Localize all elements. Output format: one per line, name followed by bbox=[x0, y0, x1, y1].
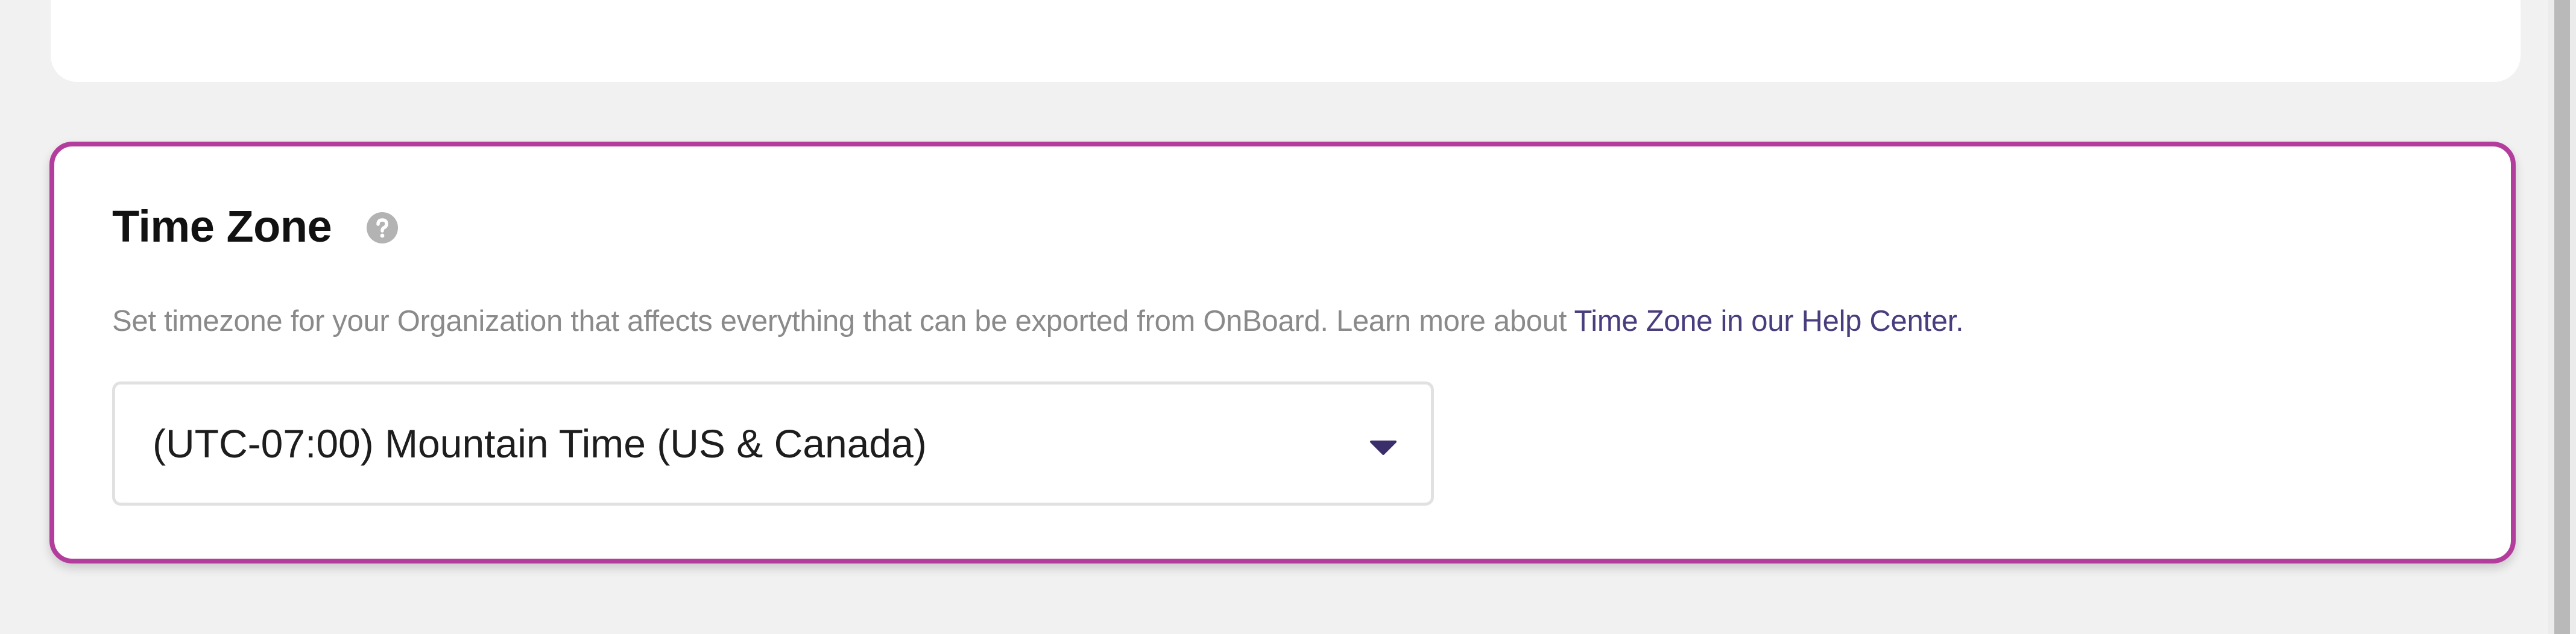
caret-down-icon[interactable] bbox=[1369, 440, 1397, 456]
question-circle-icon[interactable] bbox=[367, 212, 399, 243]
selected-time-zone: (UTC-07:00) Mountain Time (US & Canada) bbox=[153, 421, 927, 466]
time-zone-title: Time Zone bbox=[112, 201, 332, 251]
settings-page: Time Zone Set timezone for your Organiza… bbox=[0, 0, 2576, 634]
help-center-link[interactable]: Time Zone in our Help Center. bbox=[1574, 305, 1963, 337]
time-zone-card: Time Zone Set timezone for your Organiza… bbox=[49, 142, 2516, 563]
previous-settings-card bbox=[51, 0, 2521, 82]
vertical-scrollbar[interactable] bbox=[2548, 0, 2576, 634]
time-zone-select[interactable]: (UTC-07:00) Mountain Time (US & Canada) bbox=[112, 381, 1434, 506]
scrollbar-thumb[interactable] bbox=[2554, 0, 2570, 634]
time-zone-header: Time Zone bbox=[112, 201, 399, 252]
time-zone-description: Set timezone for your Organization that … bbox=[112, 304, 1964, 338]
description-text: Set timezone for your Organization that … bbox=[112, 305, 1574, 337]
